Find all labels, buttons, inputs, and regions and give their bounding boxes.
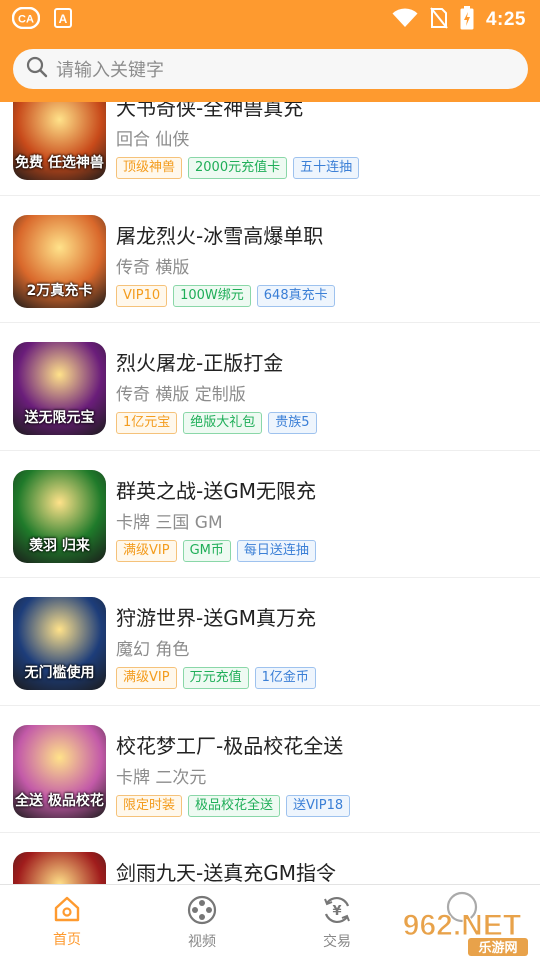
game-tags: 顶级神兽 2000元充值卡 五十连抽 — [116, 157, 360, 179]
svg-text:乐游网: 乐游网 — [478, 940, 517, 956]
game-tag: 送VIP18 — [286, 794, 351, 817]
search-input[interactable]: 请输入关键字 — [13, 49, 528, 89]
film-reel-icon — [187, 895, 217, 929]
app-notification-icon: CA — [11, 6, 41, 33]
game-tag: 100W绑元 — [173, 284, 251, 307]
game-categories: 魔幻 角色 — [116, 640, 190, 660]
search-icon — [26, 56, 48, 82]
site-watermark: 962.NET 乐游网 — [392, 885, 532, 960]
game-title: 烈火屠龙-正版打金 — [116, 351, 284, 375]
game-categories: 卡牌 二次元 — [116, 767, 207, 788]
svg-text:CA: CA — [18, 14, 34, 26]
game-categories: 卡牌 三国 GM — [116, 512, 223, 533]
game-tag: VIP10 — [116, 284, 168, 307]
thumbnail-caption: 2万真充卡 — [26, 282, 93, 299]
app-header: CA A 4:25 请输入关键字 — [0, 0, 540, 102]
game-thumbnail[interactable]: 无门槛使用 — [13, 597, 106, 690]
game-thumbnail[interactable]: 羡羽 归来 — [13, 469, 106, 563]
status-clock: 4:25 — [485, 9, 526, 30]
game-tag: 五十连抽 — [293, 157, 360, 179]
thumbnail-caption: 送无限元宝 — [24, 410, 95, 426]
game-tag: 满级VIP — [116, 539, 177, 562]
yen-exchange-icon: ¥ — [322, 896, 352, 929]
thumbnail-caption: 免费 任选神兽 — [15, 155, 104, 171]
game-tag: 1亿元宝 — [116, 412, 178, 434]
svg-text:¥: ¥ — [332, 904, 341, 919]
game-tag: 极品校花全送 — [188, 794, 281, 817]
status-bar: CA A 4:25 — [0, 0, 540, 36]
game-categories: 传奇 横版 定制版 — [116, 385, 246, 405]
game-title: 剑雨九天-送真充GM指令 — [116, 861, 336, 885]
game-list: 免费 任选神兽 大书奇侠-全神兽真充 回合 仙侠 顶级神兽 2000元充值卡 五十连抽 2万… — [0, 68, 540, 960]
game-list-item[interactable]: 无门槛使用 狩游世界-送GM真万充魔幻 角色满级VIP 万元充值 1亿金币 — [0, 578, 540, 706]
svg-text:A: A — [59, 12, 68, 26]
bottom-nav: 首页 视频 ¥ 交易 962.NET 乐游网 — [0, 884, 540, 960]
home-icon — [52, 896, 82, 927]
game-list-item[interactable]: 送无限元宝 烈火屠龙-正版打金传奇 横版 定制版 1亿元宝 绝版大礼包 贵族5 — [0, 323, 540, 451]
game-thumbnail[interactable]: 2万真充卡 — [13, 214, 106, 308]
nav-home-label: 首页 — [53, 932, 81, 948]
game-tag: 2000元充值卡 — [188, 157, 288, 179]
battery-charging-icon — [460, 6, 474, 34]
game-list-item[interactable]: 2万真充卡 屠龙烈火-冰雪高爆单职传奇 横版 VIP10 100W绑元 648真充卡 — [0, 196, 540, 323]
game-categories: 传奇 横版 — [116, 257, 190, 278]
game-tag: 648真充卡 — [256, 284, 335, 307]
game-tags: 满级VIP GM币 每日送连抽 — [116, 539, 316, 562]
game-tags: VIP10 100W绑元 648真充卡 — [116, 284, 335, 307]
game-categories: 回合 仙侠 — [116, 130, 190, 150]
game-list-item[interactable]: 全送 极品校花 校花梦工厂-极品校花全送 卡牌 二次元 限定时装 极品校花全送 送VIP1… — [0, 706, 540, 833]
game-tag: 绝版大礼包 — [183, 412, 263, 434]
text-notification-icon: A — [54, 8, 72, 32]
search-placeholder: 请输入关键字 — [56, 60, 164, 81]
game-tags: 1亿元宝 绝版大礼包 贵族5 — [116, 412, 317, 434]
game-title: 屠龙烈火-冰雪高爆单职 — [116, 223, 324, 248]
game-tag: 限定时装 — [116, 794, 183, 817]
game-title: 校花梦工厂-极品校花全送 — [116, 733, 344, 758]
game-thumbnail[interactable]: 送无限元宝 — [13, 342, 106, 435]
nav-home[interactable]: 首页 — [27, 895, 107, 949]
game-title: 狩游世界-送GM真万充 — [116, 606, 316, 630]
game-tag: 万元充值 — [182, 667, 249, 689]
wifi-icon — [392, 8, 418, 32]
thumbnail-caption: 全送 极品校花 — [15, 792, 104, 809]
game-tags: 限定时装 极品校花全送 送VIP18 — [116, 794, 351, 817]
nav-trade-label: 交易 — [323, 934, 351, 950]
nav-trade[interactable]: ¥ 交易 — [297, 895, 377, 951]
game-tag: GM币 — [182, 539, 231, 562]
nav-video[interactable]: 视频 — [162, 895, 242, 951]
thumbnail-caption: 无门槛使用 — [24, 665, 95, 681]
game-tag: 顶级神兽 — [116, 157, 183, 179]
game-tags: 满级VIP 万元充值 1亿金币 — [116, 667, 316, 689]
game-title: 群英之战-送GM无限充 — [116, 478, 316, 503]
no-sim-icon — [430, 7, 448, 33]
svg-text:962.NET: 962.NET — [403, 909, 521, 942]
game-tag: 贵族5 — [268, 412, 317, 434]
game-tag: 满级VIP — [116, 667, 177, 689]
game-thumbnail[interactable]: 全送 极品校花 — [13, 724, 106, 818]
game-tag: 每日送连抽 — [236, 539, 316, 562]
thumbnail-caption: 羡羽 归来 — [29, 537, 90, 554]
game-list-item[interactable]: 羡羽 归来 群英之战-送GM无限充卡牌 三国 GM 满级VIP GM币 每日送连抽 — [0, 451, 540, 578]
nav-video-label: 视频 — [188, 934, 216, 950]
game-tag: 1亿金币 — [254, 667, 316, 689]
